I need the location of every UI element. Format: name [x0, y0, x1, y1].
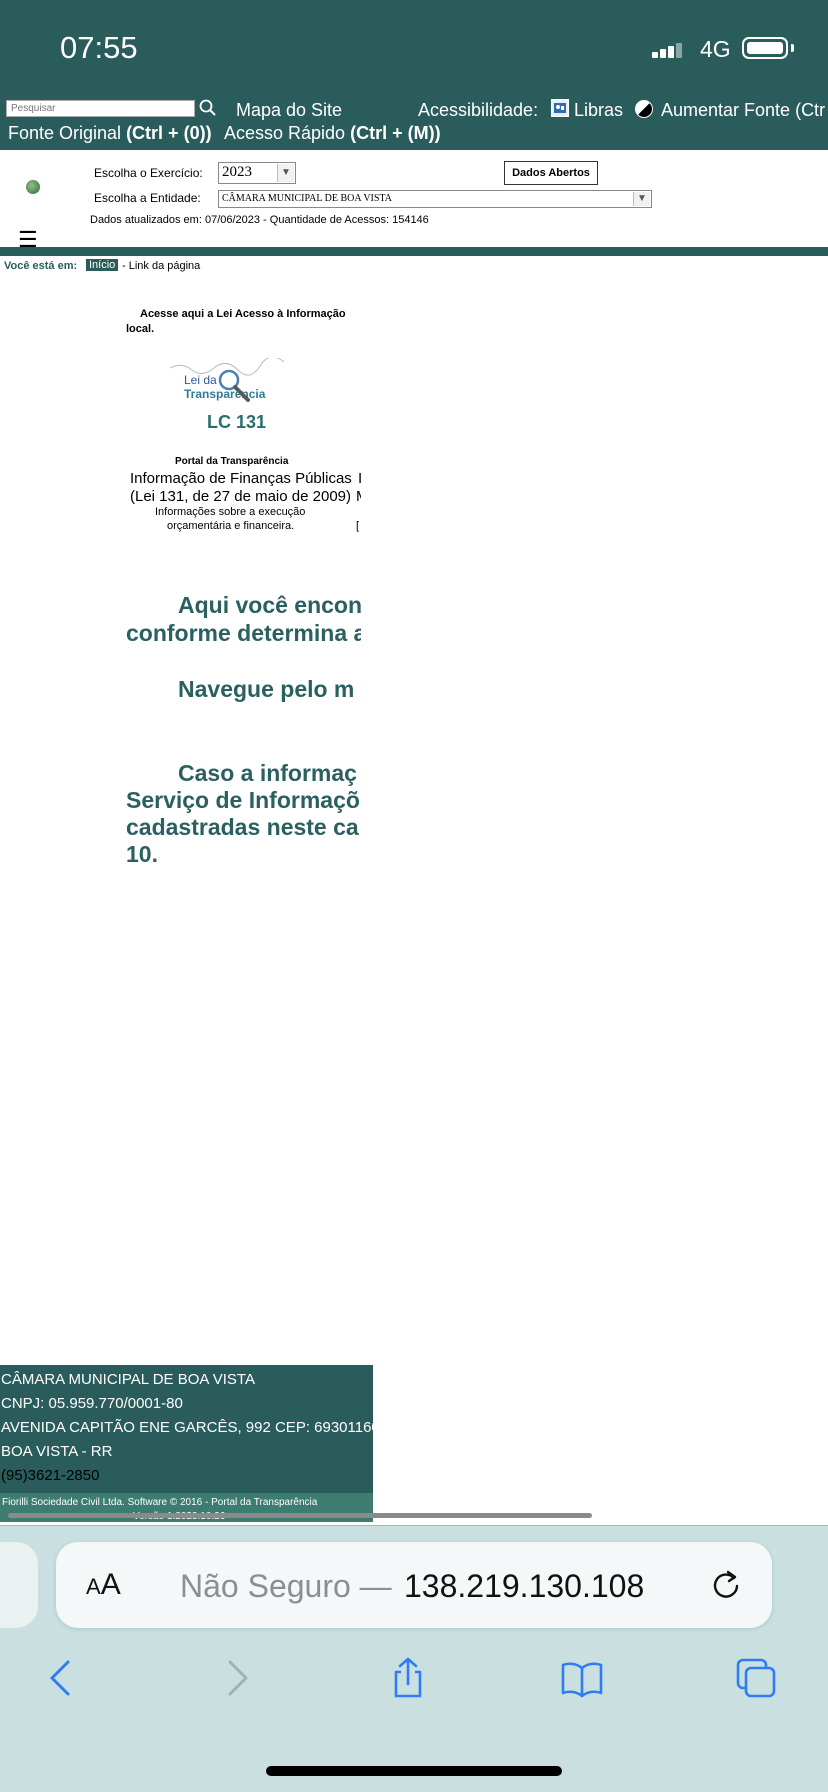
heading-2: Navegue pelo m [178, 676, 355, 702]
chevron-down-icon: ▼ [277, 164, 294, 182]
back-icon[interactable] [40, 1656, 84, 1700]
breadcrumb-home-link[interactable]: Início [86, 259, 119, 271]
exercise-value: 2023 [222, 164, 252, 180]
breadcrumb-label: Você está em: [4, 260, 78, 272]
open-data-button[interactable]: Dados Abertos [504, 161, 598, 185]
browser-toolbar-border [0, 1525, 828, 1526]
info-line-4: orçamentária e financeira. [167, 520, 295, 532]
exercise-label: Escolha o Exercício: [94, 166, 203, 180]
reader-options-button[interactable]: AA [86, 1568, 121, 1602]
increase-font-link[interactable]: Aumentar Fonte (Ctr [661, 100, 825, 121]
footer-credits[interactable]: Fiorilli Sociedade Civil Ltda. Software … [2, 1497, 317, 1508]
libras-icon[interactable] [551, 99, 569, 117]
aa-small: A [86, 1574, 101, 1599]
increase-font-label: Aumentar Fonte (Ctr [661, 100, 826, 120]
quick-access-link[interactable]: Acesso Rápido (Ctrl + (M)) [224, 123, 441, 144]
network-type: 4G [700, 36, 731, 62]
chevron-down-icon: ▼ [633, 192, 650, 206]
battery-icon [742, 37, 788, 59]
original-font-shortcut: (Ctrl + (0)) [126, 123, 212, 143]
heading-1-line-1: Aqui você encon [178, 592, 361, 618]
contrast-icon[interactable] [635, 100, 653, 118]
forward-icon[interactable] [214, 1656, 258, 1700]
access-info-link-cont[interactable]: local. [126, 323, 154, 335]
footer-phone: (95)3621-2850 [1, 1467, 100, 1484]
tabs-icon[interactable] [734, 1656, 778, 1700]
heading-1-line-2: conforme determina a [126, 620, 361, 646]
search-icon[interactable] [198, 98, 218, 118]
portal-label: Portal da Transparência [175, 456, 289, 467]
info-line-2: (Lei 131, de 27 de maio de 2009) [130, 488, 351, 505]
footer-city: BOA VISTA - RR [1, 1443, 113, 1460]
footer-cnpj: CNPJ: 05.959.770/0001-80 [1, 1395, 183, 1412]
not-secure-label: Não Seguro — [180, 1568, 392, 1604]
search-input[interactable] [6, 100, 195, 117]
page-footer: CÂMARA MUNICIPAL DE BOA VISTA CNPJ: 05.9… [0, 1365, 373, 1522]
accessibility-label: Acessibilidade: [418, 100, 539, 120]
aa-big: A [100, 1568, 121, 1601]
municipal-logo [26, 180, 40, 194]
main-content: Acesse aqui a Lei Acesso à Informação lo… [120, 300, 361, 880]
libras-link[interactable]: Libras [574, 100, 623, 121]
breadcrumb-current: - Link da página [122, 260, 201, 272]
home-indicator[interactable] [266, 1766, 562, 1776]
heading-3-line-3: cadastradas neste ca [126, 814, 359, 840]
quick-access-label: Acesso Rápido [224, 123, 351, 143]
reload-icon[interactable] [708, 1566, 744, 1602]
footer-address: AVENIDA CAPITÃO ENE GARCÊS, 992 CEP: 693… [1, 1419, 373, 1436]
info-line-1: Informação de Finanças Públicas [130, 470, 352, 487]
battery-tip [791, 44, 794, 52]
bookmarks-icon[interactable] [560, 1656, 604, 1700]
footer-name: CÂMARA MUNICIPAL DE BOA VISTA [1, 1371, 255, 1388]
url-text[interactable]: 138.219.130.108 [404, 1568, 644, 1605]
quick-access-shortcut: (Ctrl + (M)) [350, 123, 441, 143]
site-map-link[interactable]: Mapa do Site [236, 100, 342, 121]
share-icon[interactable] [386, 1656, 430, 1700]
entity-value: CÂMARA MUNICIPAL DE BOA VISTA [222, 193, 392, 204]
clipped-text-1: I [358, 470, 361, 487]
status-time: 07:55 [60, 30, 138, 65]
header-divider [0, 247, 828, 256]
updated-info: Dados atualizados em: 07/06/2023 - Quant… [90, 214, 429, 226]
info-line-3: Informações sobre a execução [155, 506, 306, 518]
entity-select[interactable]: CÂMARA MUNICIPAL DE BOA VISTA ▼ [218, 190, 652, 208]
clipped-text-2: M [356, 488, 361, 505]
exercise-select[interactable]: 2023 ▼ [218, 162, 296, 184]
clipped-text-3: [ [356, 520, 360, 532]
lc131-title[interactable]: LC 131 [207, 412, 266, 433]
entity-label: Escolha a Entidade: [94, 191, 201, 205]
signal-icon [652, 40, 684, 58]
logo-text-1: Lei da [184, 373, 217, 387]
horizontal-scrollbar[interactable] [8, 1513, 592, 1518]
previous-tab-preview[interactable] [0, 1542, 38, 1628]
heading-3-line-1: Caso a informaç [178, 760, 357, 786]
heading-3-line-4: 10. [126, 841, 158, 867]
heading-3-line-2: Serviço de Informaçõ [126, 787, 360, 813]
transparency-logo[interactable]: Lei da Transparência [168, 356, 286, 406]
original-font-link[interactable]: Fonte Original (Ctrl + (0)) [8, 123, 212, 144]
access-info-link[interactable]: Acesse aqui a Lei Acesso à Informação [140, 308, 346, 320]
original-font-label: Fonte Original [8, 123, 127, 143]
